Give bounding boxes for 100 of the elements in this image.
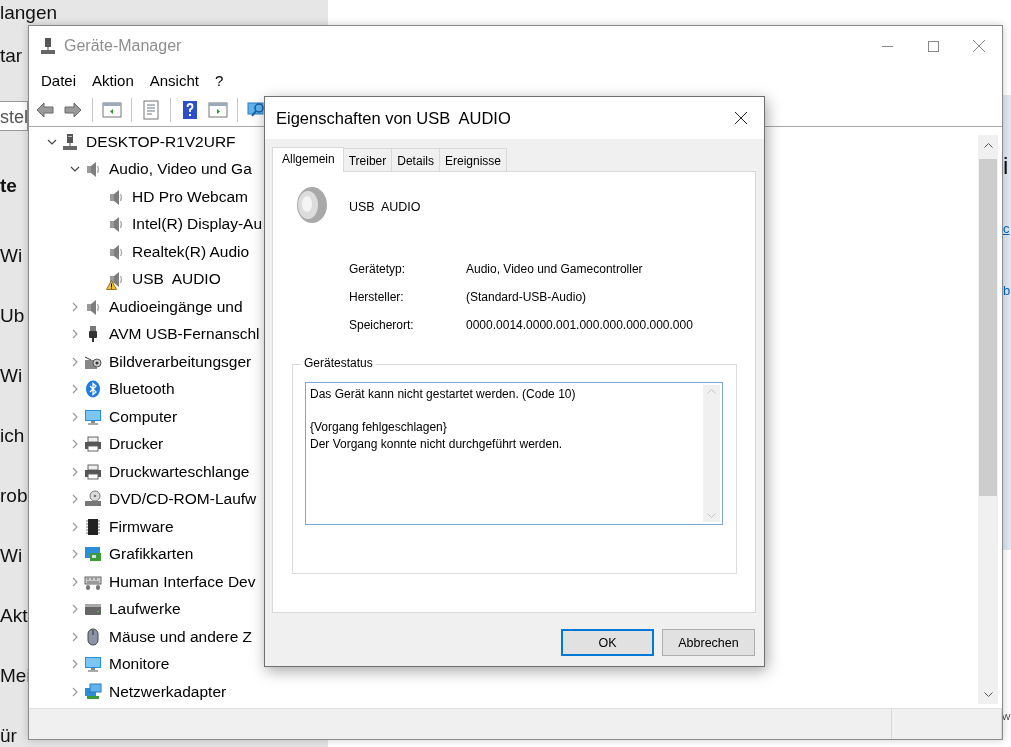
property-label: Gerätetyp: (349, 261, 407, 278)
status-text-box[interactable]: Das Gerät kann nicht gestartet werden. (Code 10) {Vorgang fehlgeschlagen} Der Vorgang konnte nicht durchgeführt werden. (305, 382, 723, 525)
property-label: Speicherort: (349, 317, 415, 334)
settings-item[interactable]: ür (0, 725, 17, 747)
chevron-right-icon[interactable] (72, 521, 78, 532)
properties-icon[interactable] (141, 100, 161, 120)
chevron-right-icon[interactable] (72, 549, 78, 560)
maximize-icon[interactable] (927, 40, 939, 52)
tree-item[interactable]: Drucker (109, 435, 164, 454)
chevron-right-icon[interactable] (72, 686, 78, 697)
chevron-right-icon[interactable] (72, 659, 78, 670)
printer-icon (84, 462, 102, 481)
tree-item[interactable]: Bluetooth (109, 380, 175, 399)
settings-item[interactable]: Ub (0, 305, 25, 327)
chevron-right-icon[interactable] (72, 576, 78, 587)
dialog-button[interactable]: Abbrechen (662, 629, 755, 656)
tab[interactable]: Allgemein (272, 147, 344, 172)
search-field[interactable]: stel (0, 101, 28, 131)
chevron-right-icon[interactable] (72, 439, 78, 450)
chevron-right-icon[interactable] (72, 356, 78, 367)
scroll-down-icon[interactable] (983, 691, 993, 697)
forward-arrow-icon[interactable] (63, 100, 83, 120)
disc-drive-icon (84, 490, 102, 509)
settings-item[interactable]: ich (0, 425, 25, 447)
scroll-up-icon[interactable] (983, 142, 993, 148)
tree-item[interactable]: USB AUDIO (132, 270, 221, 289)
tree-item[interactable]: Netzwerkadapter (109, 682, 227, 701)
settings-item[interactable]: tar (0, 45, 23, 67)
tab[interactable]: Treiber (343, 148, 393, 171)
device-name: USB AUDIO (349, 200, 421, 214)
speaker-icon (107, 187, 125, 206)
printer-icon (84, 435, 102, 454)
property-value: Audio, Video und Gamecontroller (466, 261, 644, 278)
tree-item[interactable]: Audioeingänge und (109, 297, 243, 316)
speaker-icon (107, 215, 125, 234)
network-computer-icon (39, 37, 57, 55)
tree-item[interactable]: Druckwarteschlange (109, 462, 250, 481)
tree-item[interactable]: DVD/CD-ROM-Laufw (109, 490, 257, 509)
section-heading: te (0, 175, 17, 197)
menu-item[interactable]: Ansicht (141, 68, 207, 92)
chevron-right-icon[interactable] (72, 329, 78, 340)
bluetooth-icon (84, 380, 102, 399)
property-label: Hersteller: (349, 289, 405, 306)
dialog-title: Eigenschaften von USB AUDIO (276, 108, 511, 128)
settings-item[interactable]: Wi (0, 545, 23, 567)
tree-item[interactable]: Bildverarbeitungsger (109, 352, 252, 371)
tree-item[interactable]: Mäuse und andere Z (109, 627, 253, 646)
speaker-icon (84, 297, 102, 316)
menu-item[interactable]: Datei (33, 68, 85, 92)
menu-item[interactable]: Aktion (84, 68, 142, 92)
settings-item[interactable]: Wi (0, 245, 23, 267)
mouse-icon (84, 627, 102, 646)
chevron-down-icon[interactable] (47, 138, 57, 145)
dialog-button[interactable]: OK (561, 629, 654, 656)
chevron-right-icon[interactable] (72, 604, 78, 615)
network-adapter-icon (84, 682, 102, 701)
link[interactable]: c (1003, 220, 1010, 236)
settings-item[interactable]: rob (0, 485, 28, 507)
speaker-icon (107, 270, 125, 289)
tree-item[interactable]: Firmware (109, 517, 174, 536)
help-icon[interactable] (180, 100, 200, 120)
link[interactable]: b (1003, 282, 1011, 298)
chevron-right-icon[interactable] (72, 494, 78, 505)
scrollbar[interactable] (978, 135, 998, 704)
tree-item[interactable]: DESKTOP-R1V2URF (86, 132, 236, 151)
minimize-icon[interactable] (881, 45, 893, 47)
tab[interactable]: Ereignisse (439, 148, 507, 171)
network-computer-icon (61, 132, 79, 151)
monitor-icon (84, 407, 102, 426)
graphics-card-icon (84, 545, 102, 564)
tree-pane-icon[interactable] (102, 100, 122, 120)
chevron-right-icon[interactable] (72, 411, 78, 422)
tab[interactable]: Details (392, 148, 440, 171)
window-title: Geräte-Manager (64, 37, 182, 55)
chevron-right-icon[interactable] (72, 384, 78, 395)
speaker-icon (295, 186, 329, 224)
tree-item[interactable]: Human Interface Dev (109, 572, 256, 591)
tree-item[interactable]: Audio, Video und Ga (109, 160, 252, 179)
chevron-right-icon[interactable] (72, 631, 78, 642)
panel-heading: i (1003, 152, 1009, 180)
settings-item[interactable]: Wi (0, 365, 23, 387)
tree-item[interactable]: AVM USB-Fernanschl (109, 325, 260, 344)
tree-item[interactable]: Grafikkarten (109, 545, 194, 564)
tree-item[interactable]: Monitore (109, 655, 170, 674)
menu-item[interactable]: ? (206, 68, 232, 92)
tree-item[interactable]: Computer (109, 407, 178, 426)
property-value: 0000.0014.0000.001.000.000.000.000.000 (466, 317, 694, 334)
tree-item[interactable]: Laufwerke (109, 600, 181, 619)
group-title: Gerätestatus (301, 356, 376, 370)
chevron-down-icon[interactable] (70, 166, 80, 173)
monitor-icon (84, 655, 102, 674)
chevron-right-icon[interactable] (72, 301, 78, 312)
panel-icon[interactable] (208, 100, 228, 120)
tree-item[interactable]: Intel(R) Display-Au (132, 215, 263, 234)
tree-item[interactable]: HD Pro Webcam (132, 187, 248, 206)
back-arrow-icon[interactable] (35, 100, 55, 120)
settings-item[interactable]: langen (0, 2, 58, 24)
chevron-right-icon[interactable] (72, 466, 78, 477)
close-icon[interactable] (735, 112, 747, 124)
tree-item[interactable]: Realtek(R) Audio (132, 242, 250, 261)
